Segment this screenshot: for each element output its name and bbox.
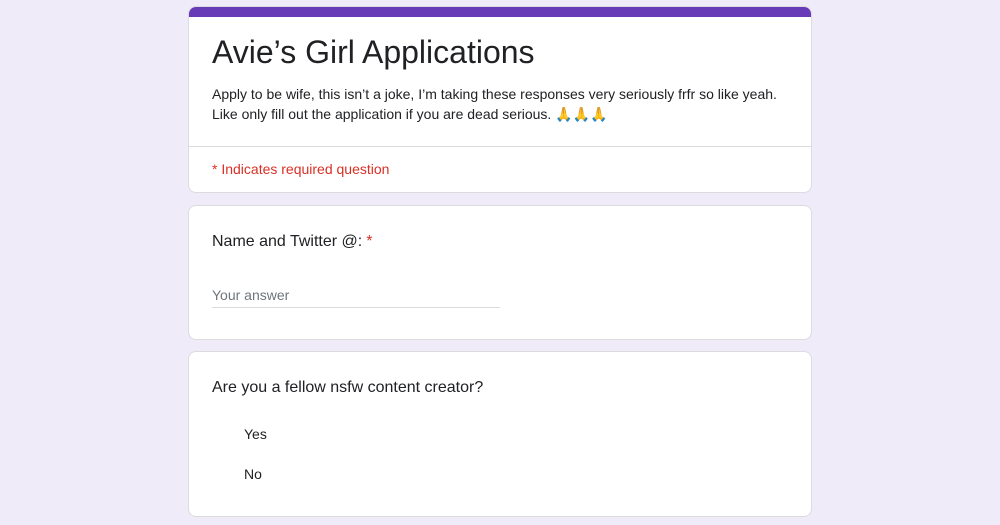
form-title: Avie’s Girl Applications [212, 34, 535, 70]
question-card-name: Name and Twitter @: * [188, 205, 812, 340]
question-title: Name and Twitter @: * [212, 230, 372, 254]
radio-yes[interactable] [212, 424, 232, 444]
header-divider [189, 146, 811, 147]
option-yes[interactable]: Yes [212, 422, 267, 446]
required-asterisk: * [366, 233, 373, 250]
name-twitter-input[interactable] [212, 283, 500, 308]
header-accent-bar [189, 7, 811, 17]
form-header-card: Avie’s Girl Applications Apply to be wif… [188, 6, 812, 193]
required-note: * Indicates required question [212, 161, 390, 177]
question-title: Are you a fellow nsfw content creator? [212, 379, 484, 396]
question-card-nsfw-creator: Are you a fellow nsfw content creator? Y… [188, 351, 812, 517]
form-description: Apply to be wife, this isn’t a joke, I’m… [212, 86, 777, 122]
option-label: Yes [244, 426, 267, 442]
option-no[interactable]: No [212, 462, 262, 486]
question-title-text: Name and Twitter @: [212, 233, 363, 250]
option-label: No [244, 466, 262, 482]
radio-no[interactable] [212, 464, 232, 484]
